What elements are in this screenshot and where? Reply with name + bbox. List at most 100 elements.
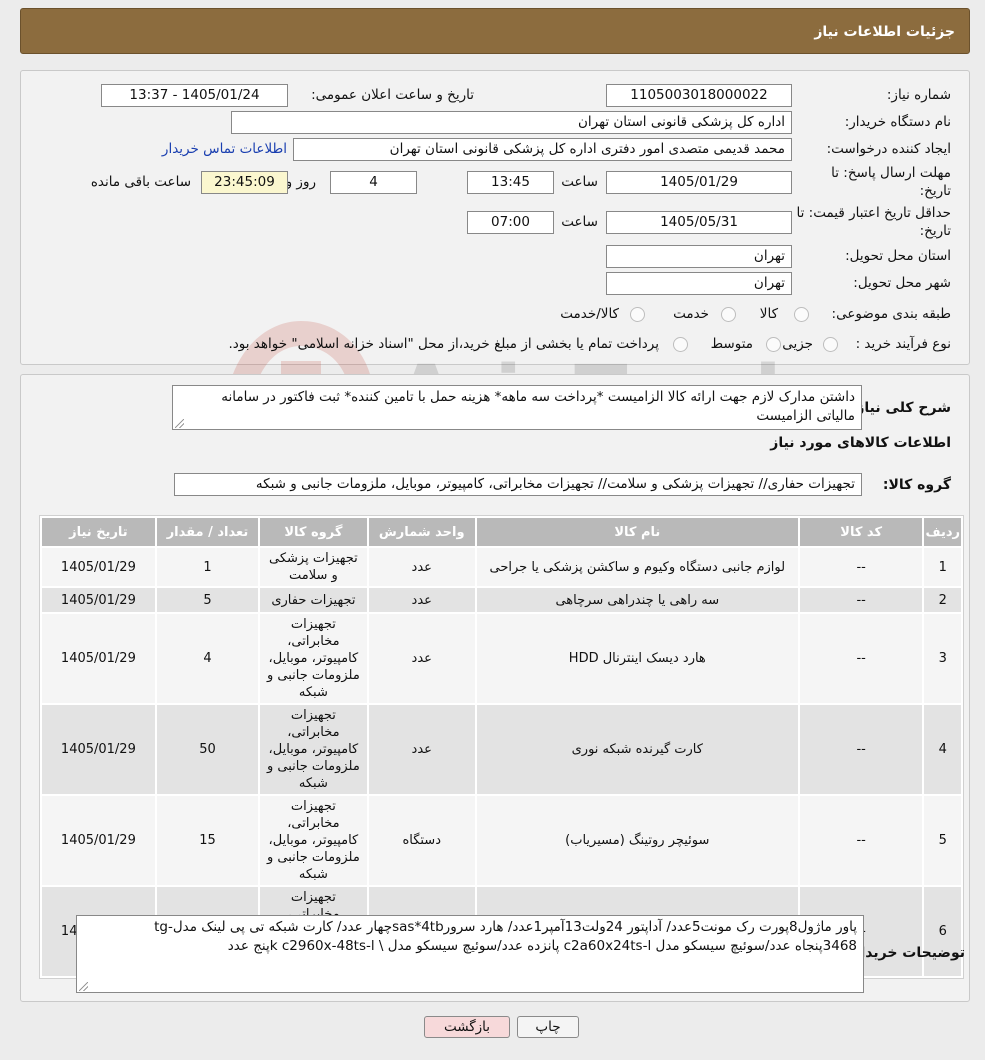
cell-quantity: 1 [156,548,259,586]
cell-code: -- [799,614,923,703]
validity-time-field[interactable]: 07:00 [467,211,554,234]
summary-text: داشتن مدارک لازم جهت ارائه کالا الزامیست… [221,389,855,424]
cell-row-number: 5 [924,796,961,885]
deadline-date-field[interactable]: 1405/01/29 [606,171,792,194]
cell-row-number: 4 [924,705,961,794]
province-label: استان محل تحویل: [845,248,951,264]
cell-name: کارت گیرنده شبکه نوری [476,705,798,794]
cell-need-date: 1405/01/29 [42,614,155,703]
buyer-notes-textarea[interactable]: پاور ماژول8پورت رک مونت5عدد/ آداپتور 24و… [76,915,864,993]
validity-date-field[interactable]: 1405/05/31 [606,211,792,234]
cell-group: تجهیزات پزشکی و سلامت [260,548,367,586]
process-option-minor: جزیی [782,336,813,352]
page-title: جزئیات اطلاعات نیاز [814,24,955,40]
category-radio-goods-service[interactable] [630,307,645,322]
table-row[interactable]: 2 -- سه راهی یا چندراهی سرچاهی عدد تجهیز… [42,588,961,612]
goods-table: ردیف کد کالا نام کالا واحد شمارش گروه کا… [39,515,964,979]
price-validity-label: حداقل تاریخ اعتبار قیمت: تا [796,205,951,221]
col-header-code: کد کالا [799,518,923,546]
buyer-org-label: نام دستگاه خریدار: [844,114,951,130]
col-header-row-number: ردیف [924,518,961,546]
cell-quantity: 4 [156,614,259,703]
table-row[interactable]: 4 -- کارت گیرنده شبکه نوری عدد تجهیزات م… [42,705,961,794]
cell-unit: عدد [368,548,475,586]
cell-group: تجهیزات مخابراتی، کامپیوتر، موبایل، ملزو… [260,796,367,885]
cell-unit: عدد [368,588,475,612]
need-number-field[interactable]: 1105003018000022 [606,84,792,107]
col-header-name: نام کالا [476,518,798,546]
table-row[interactable]: 1 -- لوازم جانبی دستگاه وکیوم و ساکشن پز… [42,548,961,586]
cell-group: تجهیزات مخابراتی، کامپیوتر، موبایل، ملزو… [260,614,367,703]
cell-quantity: 5 [156,588,259,612]
cell-name: لوازم جانبی دستگاه وکیوم و ساکشن پزشکی ی… [476,548,798,586]
resize-grip-icon[interactable] [175,419,184,428]
buyer-contact-link[interactable]: اطلاعات تماس خریدار [162,141,287,157]
requester-label: ایجاد کننده درخواست: [826,141,951,157]
price-validity-label-date: تاریخ: [919,223,951,239]
treasury-payment-note: پرداخت تمام یا بخشی از مبلغ خرید،از محل … [228,336,659,352]
category-radio-goods[interactable] [794,307,809,322]
process-radio-treasury[interactable] [673,337,688,352]
page-header: جزئیات اطلاعات نیاز [20,8,970,54]
requester-field[interactable]: محمد قدیمی متصدی امور دفتری اداره کل پزش… [293,138,792,161]
cell-row-number: 6 [924,887,961,976]
deadline-time-label: ساعت [561,174,598,190]
process-type-label: نوع فرآیند خرید : [855,336,951,352]
need-number-label: شماره نیاز: [886,87,951,103]
cell-name: سه راهی یا چندراهی سرچاهی [476,588,798,612]
buyer-notes-label: توضیحات خریدار: [846,945,965,961]
process-radio-medium[interactable] [766,337,781,352]
summary-label: شرح کلی نیاز: [850,400,951,416]
cell-quantity: 50 [156,705,259,794]
goods-details-panel: شرح کلی نیاز: داشتن مدارک لازم جهت ارائه… [20,374,970,1002]
province-field[interactable]: تهران [606,245,792,268]
deadline-time-field[interactable]: 13:45 [467,171,554,194]
cell-row-number: 1 [924,548,961,586]
cell-code: -- [799,588,923,612]
cell-need-date: 1405/01/29 [42,588,155,612]
process-radio-minor[interactable] [823,337,838,352]
cell-need-date: 1405/01/29 [42,548,155,586]
category-option-goods-service: کالا/خدمت [560,306,619,322]
cell-need-date: 1405/01/29 [42,705,155,794]
remaining-time-field[interactable]: 23:45:09 [201,171,288,194]
deadline-label: مهلت ارسال پاسخ: تا [831,165,951,181]
category-option-goods: کالا [759,306,778,322]
process-option-medium: متوسط [710,336,753,352]
buyer-notes-line-2: 3468پنجاه عدد/سوئیچ سیسکو مدل c2a60x24ts… [227,938,857,954]
cell-code: -- [799,548,923,586]
cell-name: سوئیچر روتینگ (مسیریاب) [476,796,798,885]
category-radio-service[interactable] [721,307,736,322]
deadline-label-date: تاریخ: [919,183,951,199]
cell-row-number: 3 [924,614,961,703]
buyer-org-field[interactable]: اداره کل پزشکی قانونی استان تهران [231,111,792,134]
announce-date-label: تاریخ و ساعت اعلان عمومی: [311,87,474,103]
summary-textarea[interactable]: داشتن مدارک لازم جهت ارائه کالا الزامیست… [172,385,862,430]
buyer-notes-line-1: پاور ماژول8پورت رک مونت5عدد/ آداپتور 24و… [154,919,857,935]
category-label: طبقه بندی موضوعی: [831,306,951,322]
cell-need-date: 1405/01/29 [42,796,155,885]
col-header-group: گروه کالا [260,518,367,546]
city-field[interactable]: تهران [606,272,792,295]
col-header-need-date: تاریخ نیاز [42,518,155,546]
cell-quantity: 15 [156,796,259,885]
goods-group-label: گروه کالا: [882,477,951,493]
need-info-panel: AriaTender.neT شماره نیاز: 1105003018000… [20,70,970,451]
days-remaining-field[interactable]: 4 [330,171,417,194]
cell-group: تجهیزات مخابراتی، کامپیوتر، موبایل، ملزو… [260,705,367,794]
resize-grip-icon[interactable] [79,982,88,991]
days-label: روز و [285,174,316,190]
category-option-service: خدمت [673,306,709,322]
cell-group: تجهیزات حفاری [260,588,367,612]
table-header-row: ردیف کد کالا نام کالا واحد شمارش گروه کا… [42,518,961,546]
cell-code: -- [799,796,923,885]
cell-unit: عدد [368,614,475,703]
announce-date-field[interactable]: 1405/01/24 - 13:37 [101,84,288,107]
cell-name: هارد دیسک اینترنال HDD [476,614,798,703]
table-row[interactable]: 3 -- هارد دیسک اینترنال HDD عدد تجهیزات … [42,614,961,703]
table-row[interactable]: 5 -- سوئیچر روتینگ (مسیریاب) دستگاه تجهی… [42,796,961,885]
back-button[interactable]: بازگشت [424,1016,510,1038]
print-button[interactable]: چاپ [517,1016,579,1038]
goods-group-field[interactable]: تجهیزات حفاری// تجهیزات پزشکی و سلامت// … [174,473,862,496]
validity-time-label: ساعت [561,214,598,230]
